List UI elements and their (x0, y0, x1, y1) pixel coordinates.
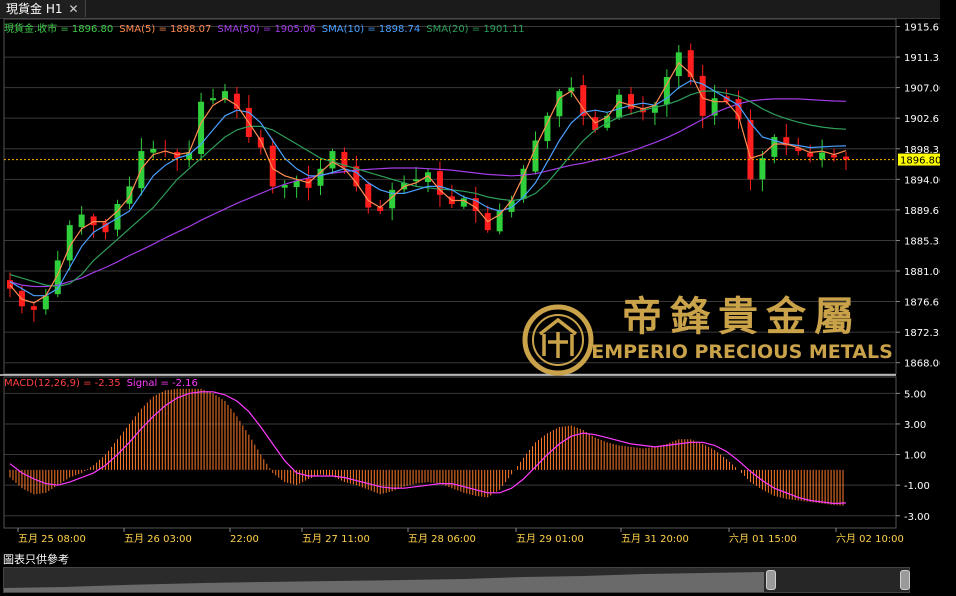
candle-body (210, 98, 217, 101)
legend-item: 現貨金.收市 = 1896.80 (4, 22, 113, 35)
chart-area[interactable]: 1915.67 1911.33 1907.00 1902.67 1898.33 1894.… (0, 18, 956, 546)
watermark-logo-glyph (538, 317, 578, 358)
candle-body (78, 214, 85, 228)
close-icon[interactable]: ✕ (68, 2, 78, 16)
legend-item: SMA(10) = 1898.74 (322, 24, 420, 35)
candle-body (150, 148, 157, 153)
candle-body (42, 295, 49, 310)
time-axis-label: 五月 31 20:00 (621, 533, 689, 545)
candle-body (831, 155, 838, 158)
watermark-english-name: EMPERIO PRECIOUS METALS (591, 341, 893, 363)
time-axis-label: 22:00 (230, 534, 259, 545)
macd-legend-value: MACD(12,26,9) = -2.35 (4, 378, 121, 389)
candle-body (819, 152, 826, 160)
candle-body (269, 145, 276, 187)
candle-body (365, 183, 372, 208)
candle-body (186, 152, 193, 160)
chart-tab-bar: 現貨金 H1 ✕ (0, 0, 956, 19)
time-axis-label: 五月 29 01:00 (516, 533, 584, 545)
candle-body (628, 94, 635, 109)
legend-item: SMA(5) = 1898.07 (119, 24, 211, 35)
chart-footer: 圖表只供參考 (0, 550, 956, 594)
right-margin (940, 0, 956, 550)
legend-item: SMA(50) = 1905.06 (217, 24, 315, 35)
chart-tab[interactable]: 現貨金 H1 ✕ (0, 0, 86, 17)
current-price-label: 1896.80 (900, 156, 941, 167)
time-axis-label: 六月 02 10:00 (836, 533, 904, 545)
watermark-chinese-name: 帝鋒貴金屬 (622, 293, 862, 340)
navigator-right-handle[interactable] (900, 570, 910, 590)
macd-legend-signal: Signal = -2.16 (127, 378, 198, 389)
macd-axis-label: 5.00 (904, 389, 926, 400)
time-axis-label: 六月 01 15:00 (729, 533, 797, 545)
candle-body (759, 158, 766, 180)
macd-axis-label: -1.00 (904, 481, 930, 492)
candle-body (90, 216, 97, 226)
macd-pane-border (3, 376, 897, 529)
navigator-left-handle[interactable] (766, 570, 776, 590)
candle-body (807, 152, 814, 157)
disclaimer-text: 圖表只供參考 (3, 553, 69, 566)
candle-body (460, 198, 467, 207)
macd-axis-label: -3.00 (904, 512, 930, 523)
time-axis-label: 五月 27 11:00 (302, 533, 370, 545)
time-axis-label: 五月 26 03:00 (124, 533, 192, 545)
legend-item: SMA(20) = 1901.11 (426, 24, 524, 35)
macd-axis-label: 3.00 (904, 420, 926, 431)
candle-body (126, 186, 133, 204)
macd-axis-label: 1.00 (904, 451, 926, 462)
time-axis-label: 五月 28 06:00 (408, 533, 476, 545)
chart-svg[interactable]: 1915.671911.331907.001902.671898.331894.… (0, 18, 956, 546)
candle-body (616, 94, 623, 118)
chart-navigator-scrollbar[interactable] (3, 567, 910, 593)
candle-body (699, 75, 706, 116)
candle-body (30, 306, 37, 310)
candle-body (233, 93, 240, 109)
chart-tab-title: 現貨金 H1 (6, 2, 63, 16)
candle-body (317, 168, 324, 186)
sma50-line (9, 98, 847, 288)
time-axis-label: 五月 25 08:00 (18, 533, 86, 545)
candle-body (532, 140, 539, 172)
